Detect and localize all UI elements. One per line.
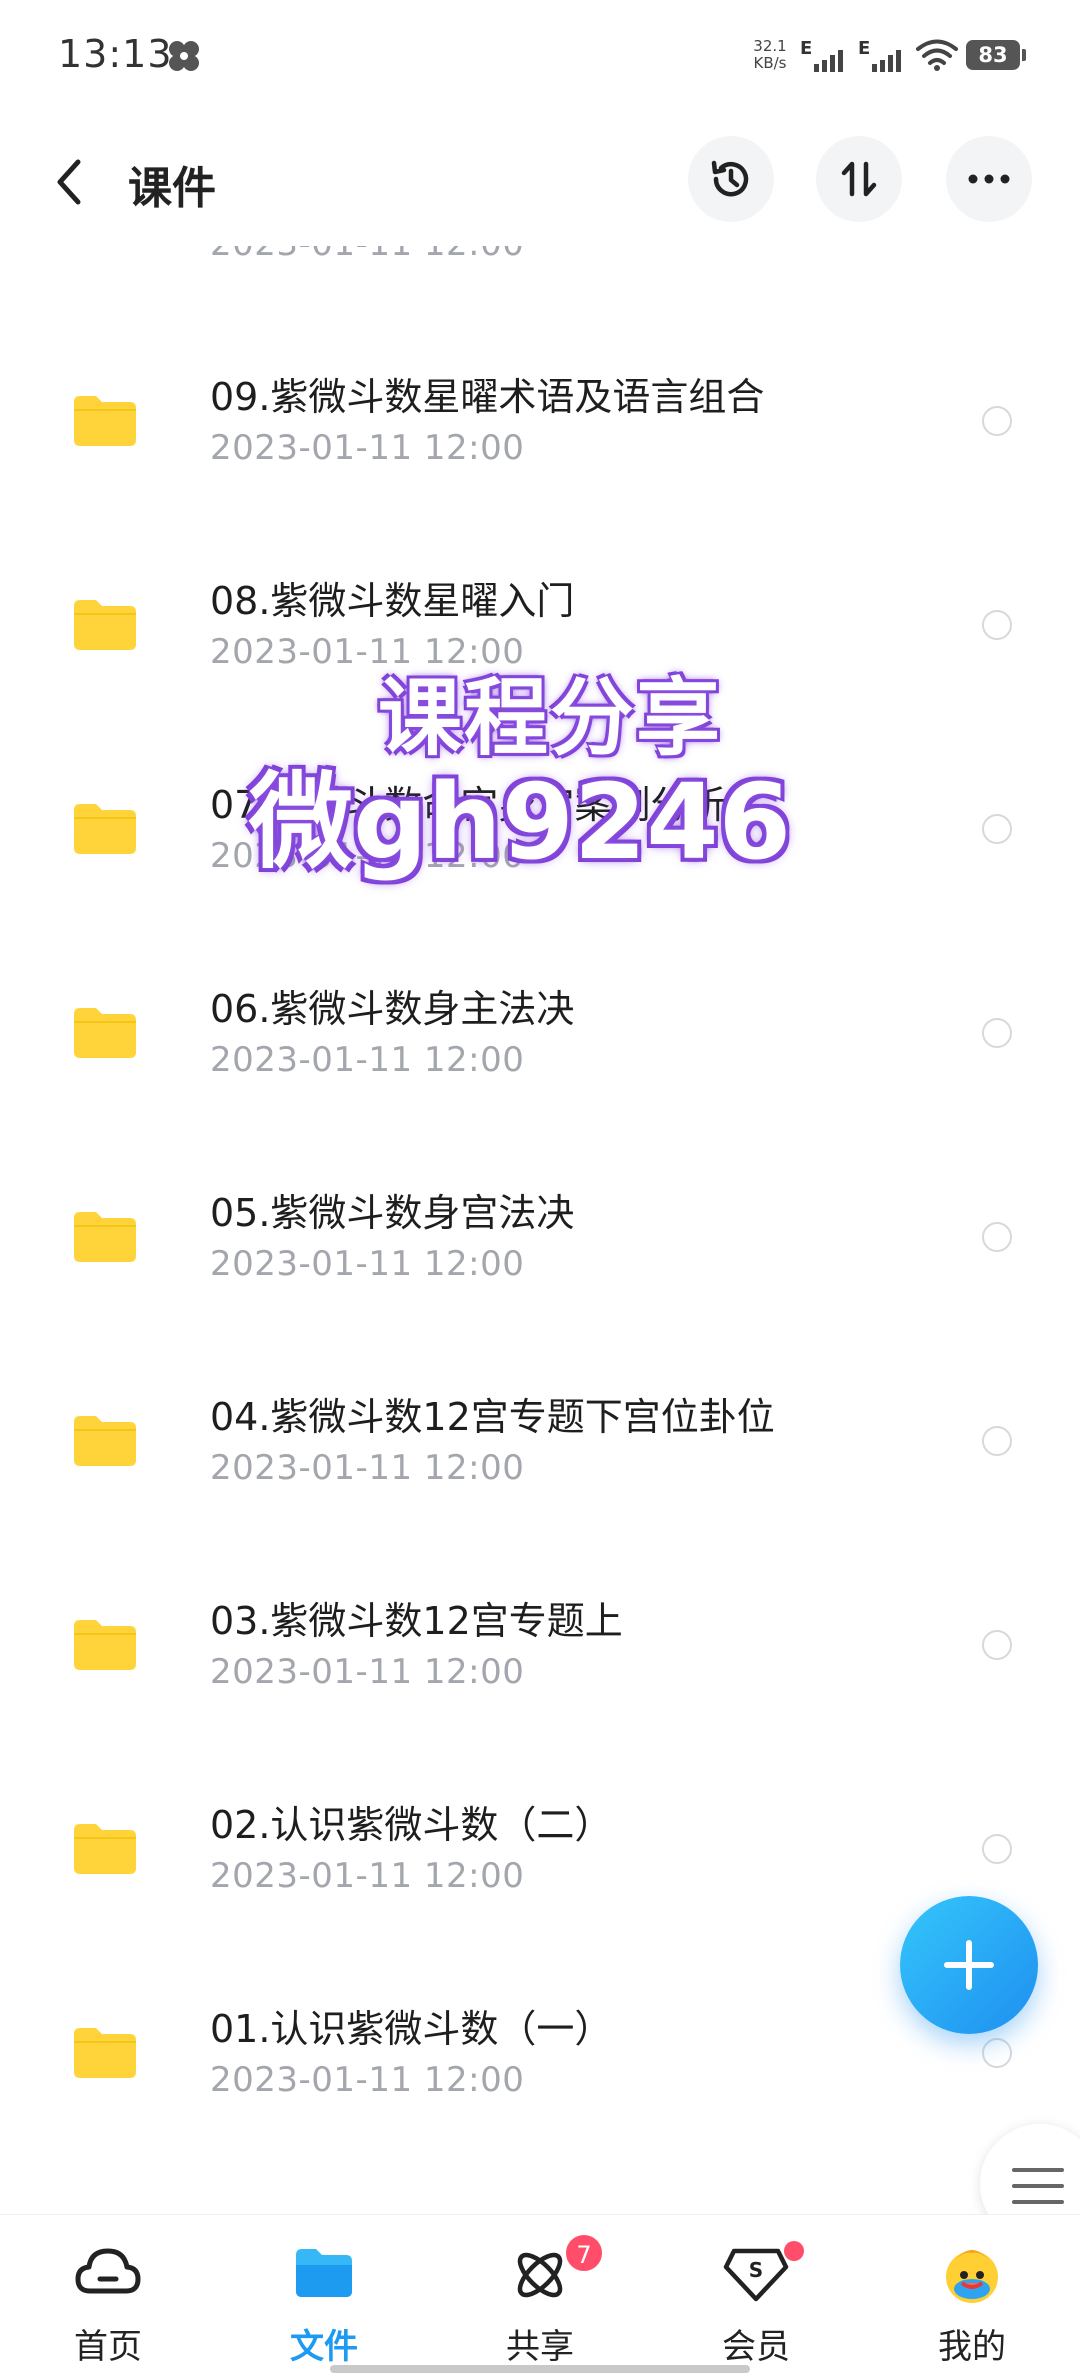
folder-icon <box>74 396 136 446</box>
sort-icon <box>841 161 877 197</box>
select-radio[interactable] <box>982 2038 1012 2068</box>
file-row[interactable]: 2023-01-11 12:00 <box>0 246 1080 316</box>
share-badge: 7 <box>564 2233 604 2273</box>
select-radio[interactable] <box>982 1630 1012 1660</box>
file-row[interactable]: 05.紫微斗数身宫法决 2023-01-11 12:00 <box>0 1132 1080 1336</box>
file-date: 2023-01-11 12:00 <box>210 1856 525 1896</box>
home-indicator[interactable] <box>330 2365 750 2373</box>
file-row[interactable]: 06.紫微斗数身主法决 2023-01-11 12:00 <box>0 928 1080 1132</box>
signal-strength-icon-2: E <box>858 38 904 74</box>
nav-label-vip: 会员 <box>722 2327 790 2367</box>
top-app-bar: 课件 <box>0 118 1080 246</box>
net-speed-value: 32.1 <box>753 37 787 55</box>
page-title: 课件 <box>128 163 216 214</box>
folder-icon <box>296 2249 352 2297</box>
select-radio[interactable] <box>982 814 1012 844</box>
nav-label-me: 我的 <box>938 2327 1006 2367</box>
history-button[interactable] <box>688 136 774 222</box>
file-name: 02.认识紫微斗数（二） <box>210 1803 613 1847</box>
nav-item-home[interactable]: 首页 <box>28 2215 188 2376</box>
file-date: 2023-01-11 12:00 <box>210 428 525 468</box>
nav-item-me[interactable]: 我的 <box>892 2215 1052 2376</box>
file-row[interactable]: 03.紫微斗数12宫专题上 2023-01-11 12:00 <box>0 1540 1080 1744</box>
file-date: 2023-01-11 12:00 <box>210 632 525 672</box>
nav-label-share: 共享 <box>506 2327 574 2367</box>
network-type-label: E <box>800 38 813 59</box>
file-row[interactable]: 04.紫微斗数12宫专题下宫位卦位 2023-01-11 12:00 <box>0 1336 1080 1540</box>
file-name: 08.紫微斗数星曜入门 <box>210 579 575 623</box>
file-date: 2023-01-11 12:00 <box>210 836 525 876</box>
signal-strength-icon: E <box>800 38 846 74</box>
folder-icon <box>74 1620 136 1670</box>
file-date: 2023-01-11 12:00 <box>210 1448 525 1488</box>
file-name: 07.紫微斗数命宫身宫案例分析 <box>210 783 727 827</box>
file-name: 09.紫微斗数星曜术语及语言组合 <box>210 375 765 419</box>
file-name: 04.紫微斗数12宫专题下宫位卦位 <box>210 1395 775 1439</box>
battery-indicator: 83 <box>966 40 1026 70</box>
sort-button[interactable] <box>816 136 902 222</box>
add-fab-button[interactable] <box>900 1896 1038 2034</box>
folder-icon <box>74 2028 136 2078</box>
nav-item-share[interactable]: 7 共享 <box>460 2215 620 2376</box>
nav-item-files[interactable]: 文件 <box>244 2215 404 2376</box>
folder-icon <box>74 1008 136 1058</box>
avatar-icon <box>946 2250 998 2303</box>
svg-text:S: S <box>749 2258 763 2282</box>
status-time: 13:13 <box>58 32 173 76</box>
vip-notification-dot <box>784 2241 804 2261</box>
pinwheel-icon <box>169 41 199 71</box>
select-radio[interactable] <box>982 1426 1012 1456</box>
folder-icon <box>74 804 136 854</box>
network-type-label-2: E <box>858 38 871 59</box>
select-radio[interactable] <box>982 406 1012 436</box>
file-row[interactable]: 07.紫微斗数命宫身宫案例分析 2023-01-11 12:00 <box>0 724 1080 928</box>
file-date: 2023-01-11 12:00 <box>210 2060 525 2100</box>
net-speed-unit: KB/s <box>753 54 787 72</box>
file-date: 2023-01-11 12:00 <box>210 1040 525 1080</box>
screen: 13:13 32.1 KB/s E E 83 课件 09.紫微斗数星曜术语及语言… <box>0 0 1080 2376</box>
file-date: 2023-01-11 12:00 <box>210 1652 525 1692</box>
folder-icon <box>74 1212 136 1262</box>
net-speed: 32.1 KB/s <box>750 38 790 72</box>
folder-icon <box>74 1416 136 1466</box>
nav-item-vip[interactable]: S 会员 <box>676 2215 836 2376</box>
back-icon[interactable] <box>46 152 94 212</box>
menu-lines-icon <box>1012 2168 1064 2204</box>
nav-label-files: 文件 <box>290 2327 358 2367</box>
file-name: 05.紫微斗数身宫法决 <box>210 1191 575 1235</box>
history-icon <box>711 160 749 197</box>
select-radio[interactable] <box>982 1018 1012 1048</box>
file-row[interactable]: 08.紫微斗数星曜入门 2023-01-11 12:00 <box>0 520 1080 724</box>
cloud-home-icon <box>75 2248 141 2294</box>
vip-diamond-icon: S <box>723 2248 789 2302</box>
file-name: 03.紫微斗数12宫专题上 <box>210 1599 623 1643</box>
file-name: 01.认识紫微斗数（一） <box>210 2007 613 2051</box>
nav-label-home: 首页 <box>74 2327 142 2367</box>
folder-icon <box>74 600 136 650</box>
select-radio[interactable] <box>982 1834 1012 1864</box>
file-date: 2023-01-11 12:00 <box>210 1244 525 1284</box>
bottom-navigation: 首页 文件 7 共享 S 会员 我的 <box>0 2214 1080 2376</box>
more-icon <box>968 174 1010 184</box>
file-row[interactable]: 09.紫微斗数星曜术语及语言组合 2023-01-11 12:00 <box>0 316 1080 520</box>
select-radio[interactable] <box>982 1222 1012 1252</box>
select-radio[interactable] <box>982 610 1012 640</box>
file-name: 06.紫微斗数身主法决 <box>210 987 575 1031</box>
wifi-icon <box>916 39 958 71</box>
status-bar: 13:13 32.1 KB/s E E 83 <box>0 0 1080 118</box>
folder-icon <box>74 1824 136 1874</box>
plus-icon <box>944 1940 994 1990</box>
file-date: 2023-01-11 12:00 <box>210 246 524 264</box>
more-button[interactable] <box>946 136 1032 222</box>
